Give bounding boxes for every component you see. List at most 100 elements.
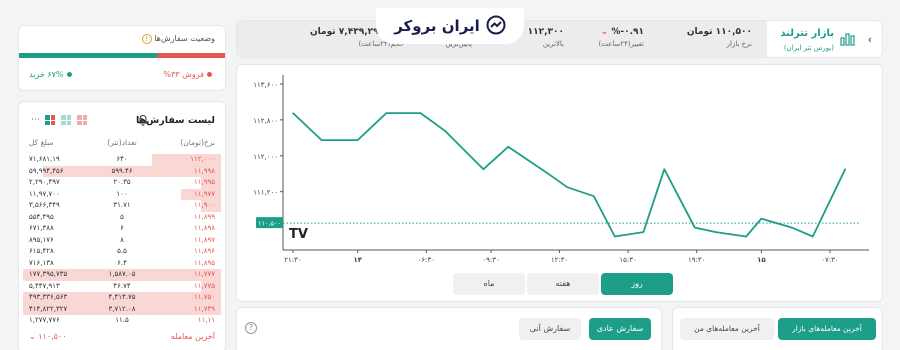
order-entry-panel: ? سفارش عادی سفارش آنی bbox=[236, 307, 662, 350]
more-icon[interactable]: ⋯ bbox=[31, 115, 40, 125]
price-point bbox=[642, 231, 645, 233]
order-qty: ۱,۵۸۷.۰۵ bbox=[108, 270, 136, 278]
order-row[interactable]: ۱۱۲,۰۰۰ ۶۴۰ ۷۱,۶۸۱,۱۹ bbox=[23, 154, 221, 166]
bell-plus-icon[interactable] bbox=[137, 114, 149, 129]
price-point bbox=[356, 139, 359, 141]
price-point bbox=[292, 112, 294, 114]
order-price: ۱۱,۸۹۷ bbox=[193, 235, 215, 244]
price-point bbox=[693, 226, 696, 229]
info-circle-icon[interactable]: ! bbox=[141, 34, 152, 44]
order-qty: ۳,۷۱۲.۰۸ bbox=[108, 304, 136, 313]
chevron-left-icon[interactable]: ‹ bbox=[868, 33, 872, 46]
y-tick-label: ۱۱۳,۶۰۰ bbox=[253, 81, 278, 89]
order-amount: ۱۱,۹۷,۷۰۰ bbox=[29, 189, 60, 198]
order-row[interactable]: ۱۱,۷۴۹ ۳,۷۱۲.۰۸ ۴۱۴,۸۲۲,۳۲۷ bbox=[23, 303, 221, 315]
price-chart[interactable]: ۱۱۳,۶۰۰ ۱۱۲,۸۰۰ ۱۱۲,۰۰۰ ۱۱۱,۲۰۰ ۲۱:۳۰ ۱۴ ۰۶:۳۰… bbox=[237, 65, 884, 265]
question-circle-icon[interactable]: ? bbox=[245, 322, 257, 334]
y-tick-label: ۱۱۲,۰۰۰ bbox=[253, 153, 278, 161]
order-row[interactable]: ۱۱,۸۹۷ ۸ ۸۹۵,۱۷۶ bbox=[23, 235, 221, 247]
order-qty: ۴۶.۷۴ bbox=[113, 281, 131, 290]
price-point bbox=[760, 217, 763, 220]
market-title: بازار تترلند bbox=[780, 28, 834, 39]
order-row[interactable]: ۱۱,۱۱ ۱۱.۵ ۱,۲۷۷,۷۷۶ bbox=[23, 315, 221, 327]
stat-high: ۱۱۲,۳۰۰ ˄ بالاترین bbox=[520, 27, 564, 48]
price-point bbox=[714, 231, 717, 233]
x-tick-label: ۱۹:۳۰ bbox=[688, 256, 705, 264]
tab-my-trades[interactable]: آخرین معامله‌های من bbox=[680, 318, 774, 340]
price-point bbox=[812, 235, 814, 238]
swap-chart-icon bbox=[486, 15, 506, 38]
price-point bbox=[507, 145, 509, 148]
last-trade-price: ۱۱۰,۵۰۰ ⌄ bbox=[29, 332, 67, 341]
order-price: ۱۱,۸۹۶ bbox=[193, 247, 215, 255]
view-buy-icon[interactable] bbox=[61, 115, 71, 125]
view-sell-icon[interactable] bbox=[77, 115, 87, 125]
order-view-switcher: ⋯ bbox=[31, 115, 87, 125]
order-row[interactable]: ۱۱,۷۵۰ ۴,۴۱۳.۷۵ ۴۹۳,۳۳۶,۵۶۳ bbox=[23, 292, 221, 304]
view-both-icon[interactable] bbox=[45, 115, 55, 125]
chart-range-tabs: روز هفته ماه bbox=[453, 273, 673, 295]
tab-day[interactable]: روز bbox=[601, 273, 673, 295]
order-row[interactable]: ۱۱,۹۷۷ ۱۰۰ ۱۱,۹۷,۷۰۰ bbox=[23, 188, 221, 200]
order-price: ۱۱,۹۷۷ bbox=[193, 189, 215, 198]
order-amount: ۱۷۷,۳۹۵,۷۳۵ bbox=[29, 270, 68, 278]
order-row[interactable]: ۱۱,۷۷۵ ۴۶.۷۴ ۵,۴۴۷,۹۱۳ bbox=[23, 280, 221, 292]
price-point bbox=[482, 168, 485, 171]
tab-month[interactable]: ماه bbox=[453, 273, 525, 295]
brand-logo: ایران بروکر bbox=[376, 8, 524, 44]
order-qty: ۵.۵ bbox=[117, 247, 127, 255]
tab-market-trades[interactable]: آخرین معامله‌های بازار bbox=[778, 318, 876, 340]
tab-week[interactable]: هفته bbox=[527, 273, 599, 295]
order-row[interactable]: ۱۱,۸۹۹ ۵ ۵۵۴,۴۹۵ bbox=[23, 212, 221, 224]
price-point bbox=[385, 112, 388, 114]
x-tick-label: ۰۹:۳۰ bbox=[482, 256, 499, 264]
instant-order-button[interactable]: سفارش آنی bbox=[519, 318, 581, 340]
price-point bbox=[791, 226, 793, 229]
market-subtitle: (بورس تتر ایران) bbox=[783, 44, 834, 52]
stat-change: ۰.۹۱-% ⌄ تغییر(۲۴ساعت) bbox=[598, 27, 644, 48]
order-price: ۱۱,۹۹۸ bbox=[193, 166, 215, 175]
order-price: ۱۱,۷۵۰ bbox=[193, 293, 215, 301]
price-chart-panel: ۱۱۳,۶۰۰ ۱۱۲,۸۰۰ ۱۱۲,۰۰۰ ۱۱۱,۲۰۰ ۲۱:۳۰ ۱۴ ۰۶:۳۰… bbox=[236, 64, 883, 302]
order-row[interactable]: ۱۱,۹۹۵ ۲۰.۳۵ ۲,۲۹۰,۴۹۷ bbox=[23, 177, 221, 189]
order-qty: ۲۰.۳۵ bbox=[113, 178, 131, 186]
order-amount: ۱,۲۷۷,۷۷۶ bbox=[29, 316, 60, 324]
x-tick-label: ۲۱:۳۰ bbox=[284, 256, 301, 264]
order-price: ۱۱,۹۰۰ bbox=[193, 201, 215, 209]
order-qty: ۸ bbox=[120, 235, 124, 244]
order-qty: ۳۱.۷۱ bbox=[113, 201, 131, 209]
y-tick-label: ۱۱۲,۸۰۰ bbox=[253, 117, 278, 125]
order-qty: ۶.۴ bbox=[117, 258, 127, 267]
order-amount: ۷۱,۶۸۱,۱۹ bbox=[29, 155, 60, 163]
order-qty: ۵ bbox=[120, 212, 124, 221]
order-qty: ۱۱.۵ bbox=[115, 316, 129, 324]
market-header: ‹ بازار تترلند (بورس تتر ایران) ۱۱۰,۵۰۰ … bbox=[236, 20, 883, 58]
order-row[interactable]: ۱۱,۷۷۷ ۱,۵۸۷.۰۵ ۱۷۷,۳۹۵,۷۳۵ bbox=[23, 269, 221, 281]
order-amount: ۶۱۵,۴۲۸ bbox=[29, 247, 54, 255]
order-row[interactable]: ۱۱,۸۹۵ ۶.۴ ۷۱۶,۱۳۸ bbox=[23, 258, 221, 270]
price-point bbox=[419, 112, 422, 114]
chevron-down-icon: ⌄ bbox=[29, 332, 36, 341]
x-tick-label: ۱۵:۳۰ bbox=[619, 256, 636, 264]
price-point bbox=[444, 130, 447, 132]
x-tick-label: ۱۴ bbox=[353, 256, 362, 264]
order-row[interactable]: ۱۱,۸۹۶ ۵.۵ ۶۱۵,۴۲۸ bbox=[23, 246, 221, 258]
order-price: ۱۱,۸۹۸ bbox=[193, 224, 215, 232]
sell-ratio-fill bbox=[157, 53, 225, 58]
normal-order-button[interactable]: سفارش عادی bbox=[589, 318, 651, 340]
last-trade-label: آخرین معامله bbox=[170, 332, 215, 341]
x-tick-label: ۱۵ bbox=[757, 256, 766, 264]
price-point bbox=[844, 168, 846, 171]
order-status-title: وضعیت سفارش‌ها ! bbox=[141, 34, 215, 44]
order-book-header: نرخ(تومان) تعداد(تتر) مبلغ کل bbox=[23, 138, 221, 152]
order-price: ۱۱,۷۷۵ bbox=[193, 281, 215, 290]
order-row[interactable]: ۱۱,۹۹۸ ۵۹۹.۴۶ ۵۹,۹۹۴,۴۵۶ bbox=[23, 165, 221, 177]
order-amount: ۵۵۴,۴۹۵ bbox=[29, 212, 54, 221]
order-row[interactable]: ۱۱,۹۰۰ ۳۱.۷۱ ۳,۵۶۶,۳۴۹ bbox=[23, 200, 221, 212]
price-series-line bbox=[292, 112, 847, 238]
order-price: ۱۱,۷۴۹ bbox=[193, 304, 215, 313]
order-row[interactable]: ۱۱,۸۹۸ ۶ ۶۷۱,۳۸۸ bbox=[23, 223, 221, 235]
price-point bbox=[320, 139, 323, 141]
price-point bbox=[745, 235, 747, 238]
chevron-down-icon: ⌄ bbox=[600, 27, 609, 37]
